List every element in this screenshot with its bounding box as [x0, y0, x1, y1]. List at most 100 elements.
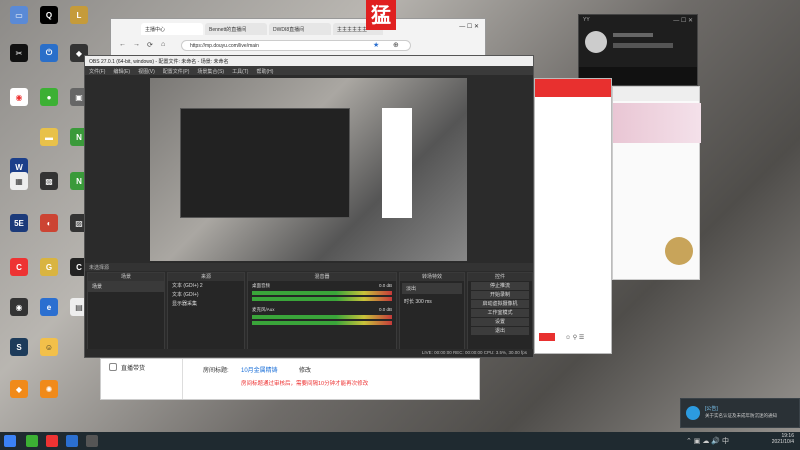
edit-link[interactable]: 修改: [299, 365, 311, 374]
desktop-icon-22[interactable]: ◉: [4, 298, 34, 318]
scenes-dock[interactable]: 场景 场景: [87, 272, 165, 352]
menu-tools[interactable]: 工具(T): [232, 68, 248, 75]
obs-window[interactable]: OBS 27.0.1 (64-bit, windows) - 配置文件: 未命名…: [84, 55, 534, 358]
source-item[interactable]: 显示器采集: [168, 299, 244, 308]
stop-streaming-button[interactable]: 停止推流: [471, 282, 529, 290]
desktop-icon-19[interactable]: C: [4, 258, 34, 278]
virtual-camera-button[interactable]: 启动虚拟摄像机: [471, 300, 529, 308]
desktop-icon-7[interactable]: ◉: [4, 88, 34, 108]
desktop-icon-28[interactable]: ✺: [34, 380, 64, 400]
notification-icon: [686, 406, 700, 420]
desktop-icon-27[interactable]: ◆: [4, 380, 34, 400]
duration-value[interactable]: 300 ms: [415, 299, 431, 305]
controls-dock[interactable]: 控件 停止推流 开始录制 启动虚拟摄像机 工作室模式 设置 退出: [467, 272, 533, 352]
nested-red-app: [382, 108, 412, 218]
desktop-icon-3[interactable]: L: [64, 6, 94, 26]
start-icon[interactable]: [4, 435, 16, 447]
side-panel[interactable]: [612, 86, 701, 280]
desktop-icon-10[interactable]: ▬: [34, 128, 64, 148]
clock[interactable]: 19:16 2021/10/4: [772, 433, 794, 445]
live-sales-label[interactable]: 直播带货: [121, 363, 145, 372]
banner[interactable]: [613, 103, 701, 143]
lol-icon: L: [70, 6, 88, 24]
chat-window[interactable]: YY — ☐ ✕: [578, 14, 698, 86]
obs-preview[interactable]: [150, 78, 467, 261]
menu-help[interactable]: 帮助(H): [256, 68, 273, 75]
red-button[interactable]: [539, 333, 555, 341]
edge-taskbar-icon[interactable]: [66, 435, 78, 447]
desktop-icon-13[interactable]: ▦: [4, 172, 34, 192]
browser-window[interactable]: 主播中心 Bennett的直播间 DWDI8直播间 主主主主主主 ← → ⟳ ⌂…: [110, 18, 486, 58]
start-recording-button[interactable]: 开始录制: [471, 291, 529, 299]
chat-title: YY: [583, 17, 590, 23]
desktop-icon-17[interactable]: ◐: [34, 214, 64, 234]
menu-edit[interactable]: 编辑(E): [113, 68, 130, 75]
douyu-client-window[interactable]: ☺ ⚲ ☰: [534, 78, 612, 354]
mixer-track[interactable]: 麦克风/Aux 0.0 dB: [248, 305, 396, 329]
menu-profile[interactable]: 配置文件(P): [163, 68, 190, 75]
room-title-label: 房间标题:: [203, 368, 229, 374]
obs-taskbar-icon[interactable]: [86, 435, 98, 447]
side-tabs: [613, 87, 699, 101]
desktop-icon-26[interactable]: ☺: [34, 338, 64, 358]
home-icon[interactable]: ⌂: [161, 41, 165, 48]
studio-mode-button[interactable]: 工作室模式: [471, 309, 529, 317]
window-controls[interactable]: — ☐ ✕: [673, 17, 693, 24]
app-icon: ✺: [40, 380, 58, 398]
scene-item[interactable]: 场景: [88, 281, 164, 292]
app-icon: G: [40, 258, 58, 276]
computer-icon: ▭: [10, 6, 28, 24]
wechat-icon: ●: [40, 88, 58, 106]
desktop-icon-4[interactable]: ✂: [4, 44, 34, 64]
back-icon[interactable]: ←: [119, 41, 126, 48]
toolbar-icons[interactable]: ☺ ⚲ ☰: [565, 334, 584, 341]
app-taskbar-icon[interactable]: [46, 435, 58, 447]
forward-icon[interactable]: →: [133, 41, 140, 48]
track-name: 桌面音频: [252, 283, 270, 288]
mixer-dock[interactable]: 混音器 桌面音频 0.0 dB 麦克风/Aux 0.0 dB: [247, 272, 397, 352]
refresh-icon[interactable]: ⟳: [147, 41, 153, 49]
desktop-icon-25[interactable]: S: [4, 338, 34, 358]
sources-dock[interactable]: 来源 文本 (GDI+) 2 文本 (GDI+) 显示器采集: [167, 272, 245, 352]
tab-2[interactable]: Bennett的直播间: [205, 23, 267, 35]
steam-icon: S: [10, 338, 28, 356]
desktop-icon-14[interactable]: ▩: [34, 172, 64, 192]
source-item[interactable]: 文本 (GDI+) 2: [168, 281, 244, 290]
menu-scene-collection[interactable]: 场景集合(S): [197, 68, 224, 75]
douyu-panel[interactable]: 直播带货 房间标题: 10月金属精铸 修改 房间标题通过审核后，需要间隔10分钟…: [100, 358, 480, 400]
window-controls[interactable]: — ☐ ✕: [459, 23, 479, 30]
desktop-icon-8[interactable]: ●: [34, 88, 64, 108]
settings-button[interactable]: 设置: [471, 318, 529, 326]
qq-icon: Q: [40, 6, 58, 24]
desktop-icon-16[interactable]: 5E: [4, 214, 34, 234]
exit-button[interactable]: 退出: [471, 327, 529, 335]
menu-view[interactable]: 视图(V): [138, 68, 155, 75]
app-icon: ☺: [40, 338, 58, 356]
desktop-icon-1[interactable]: ▭: [4, 6, 34, 26]
mixer-track[interactable]: 桌面音频 0.0 dB: [248, 281, 396, 305]
source-item[interactable]: 文本 (GDI+): [168, 290, 244, 299]
volume-meter: [252, 297, 392, 301]
avatar[interactable]: [585, 31, 607, 53]
extension-icon[interactable]: ⊕: [393, 41, 399, 49]
transitions-dock[interactable]: 转场特效 淡出 时长 300 ms: [399, 272, 465, 352]
nested-preview: [180, 108, 350, 218]
app-icon: ◐: [40, 214, 58, 232]
menu-file[interactable]: 文件(F): [89, 68, 105, 75]
transition-select[interactable]: 淡出: [402, 283, 462, 294]
tab-3[interactable]: DWDI8直播间: [269, 23, 331, 35]
notification-toast[interactable]: [公告] 关于实名认证及未成年防沉迷的通知: [680, 398, 800, 428]
tray-icons[interactable]: ⌃ ▣ ☁ 🔊 中: [686, 436, 729, 446]
desktop-icon-2[interactable]: Q: [34, 6, 64, 26]
game-avatar[interactable]: [665, 237, 693, 265]
scenes-header: 场景: [88, 273, 164, 281]
notification-title: [公告]: [705, 406, 718, 412]
tab-1[interactable]: 主播中心: [141, 23, 203, 35]
duration-row[interactable]: 时长 300 ms: [400, 296, 464, 307]
wechat-taskbar-icon[interactable]: [26, 435, 38, 447]
taskbar[interactable]: ⌃ ▣ ☁ 🔊 中 19:16 2021/10/4: [0, 432, 800, 450]
star-icon[interactable]: ★: [373, 41, 379, 49]
desktop-icon-5[interactable]: ⏻: [34, 44, 64, 64]
desktop-icon-23[interactable]: e: [34, 298, 64, 318]
desktop-icon-20[interactable]: G: [34, 258, 64, 278]
